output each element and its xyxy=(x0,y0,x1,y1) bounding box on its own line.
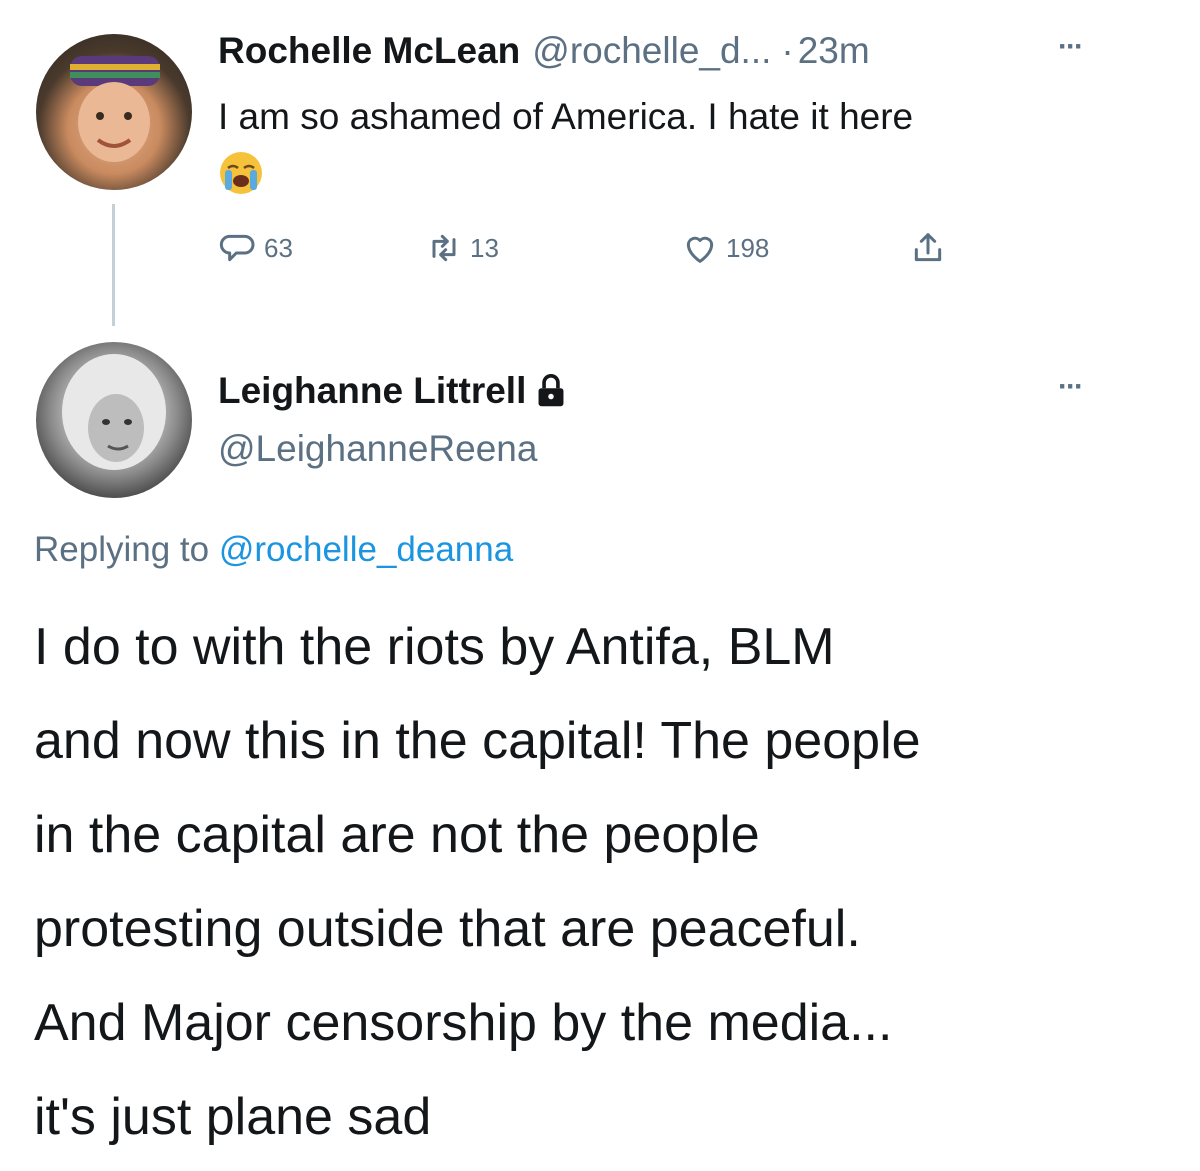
leighanne-avatar[interactable] xyxy=(36,342,192,498)
replying-mention-link[interactable]: @rochelle_deanna xyxy=(219,530,513,569)
replying-to-line: Replying to @rochelle_deanna xyxy=(34,530,513,570)
tweet1-action-bar: 63 13 198 xyxy=(218,228,978,278)
tweet2-author-handle[interactable]: @LeighanneReena xyxy=(218,428,537,470)
heart-icon xyxy=(686,236,714,263)
tweet2-text-line: in the capital are not the people xyxy=(34,806,760,864)
tweet2-text-line: it's just plane sad xyxy=(34,1088,432,1146)
tweet1-author-handle[interactable]: @rochelle_d... xyxy=(532,30,771,72)
rochelle-avatar[interactable] xyxy=(36,34,192,190)
lock-icon xyxy=(538,373,564,407)
share-icon xyxy=(914,233,942,262)
tweet2-author-name[interactable]: Leighanne Littrell xyxy=(218,370,526,412)
tweet2-text-line: And Major censorship by the media... xyxy=(34,994,893,1052)
tweet2-text-line: and now this in the capital! The people xyxy=(34,712,921,770)
replying-prefix: Replying to xyxy=(34,530,210,569)
tweet2-text-line: I do to with the riots by Antifa, BLM xyxy=(34,618,835,676)
tweet1-timestamp[interactable]: 23m xyxy=(798,30,870,72)
thread-connector-line xyxy=(112,204,115,326)
tweet1-more-options-icon[interactable]: ··· xyxy=(1058,30,1084,64)
tweet2-author-name-row: Leighanne Littrell xyxy=(218,370,568,412)
avatar-image xyxy=(70,56,160,162)
tweet1-author-name[interactable]: Rochelle McLean xyxy=(218,30,520,72)
loudly-crying-face-icon xyxy=(220,152,262,194)
reply-count: 63 xyxy=(264,232,293,263)
retweet-button[interactable]: 13 xyxy=(424,228,499,268)
retweet-icon xyxy=(432,234,456,262)
tweet2-more-options-icon[interactable]: ··· xyxy=(1058,370,1084,404)
tweet2-text: I do to with the riots by Antifa, BLM an… xyxy=(34,600,1164,1164)
reply-button[interactable]: 63 xyxy=(218,228,293,268)
tweet1-text: I am so ashamed of America. I hate it he… xyxy=(218,96,914,137)
tweet1-header: Rochelle McLean @rochelle_d... · 23m xyxy=(218,30,870,80)
separator-dot: · xyxy=(781,30,794,71)
share-button[interactable] xyxy=(908,228,948,268)
reply-icon xyxy=(219,234,255,262)
tweet2-text-line: protesting outside that are peaceful. xyxy=(34,900,861,958)
avatar-image xyxy=(62,354,166,470)
retweet-count: 13 xyxy=(470,232,499,263)
like-button[interactable]: 198 xyxy=(680,228,769,268)
like-count: 198 xyxy=(726,232,770,263)
tweet-thread: Rochelle McLean @rochelle_d... · 23m ···… xyxy=(0,0,1200,1171)
